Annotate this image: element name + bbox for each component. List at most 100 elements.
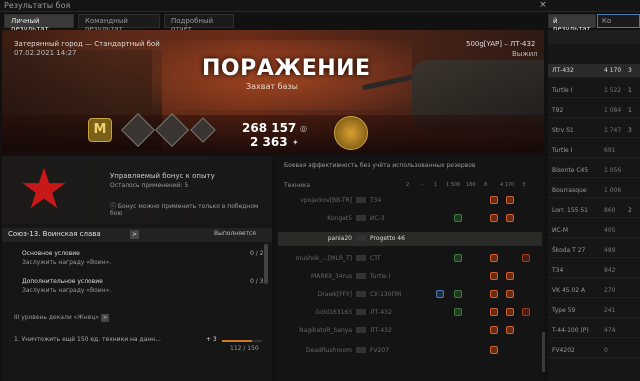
crit-icon: [506, 308, 514, 316]
decal-level[interactable]: III уровень декали «Жнец» >: [14, 314, 110, 322]
team-list-row[interactable]: Bisonte C45 1 056: [548, 164, 640, 178]
task-increment: + 3: [206, 336, 217, 343]
vehicle-name: ИС-М: [552, 227, 569, 234]
experience-value: 405: [604, 227, 616, 234]
clan-emblem-icon[interactable]: [334, 116, 368, 150]
team-list-row[interactable]: ЛТ-432 4 170 3: [548, 64, 640, 78]
vehicle-name: FV4202: [552, 347, 575, 354]
damage-icon: [490, 196, 498, 204]
col-tracked: 180: [466, 182, 476, 188]
player-name: mushok_...[MLR_T]: [295, 255, 352, 262]
team-list-row[interactable]: VK 45.02 A 270: [548, 284, 640, 298]
team-list-row[interactable]: Škoda T 27 489: [548, 244, 640, 258]
kills-value: 1: [628, 87, 632, 94]
vehicle-name: Progetto 46: [370, 235, 405, 242]
additional-condition-count: 0 / 3: [250, 278, 264, 285]
efficiency-row[interactable]: NagibatoR_Sanya ЛТ-432: [278, 324, 542, 338]
spotted-icon: [454, 254, 462, 262]
mastery-badge-icon[interactable]: M: [88, 118, 112, 142]
efficiency-row-self[interactable]: pania20 Progetto 46: [278, 232, 542, 246]
close-icon[interactable]: ×: [538, 0, 548, 10]
tank-icon: [356, 309, 366, 315]
efficiency-row[interactable]: vpojarkov[BB-TR] T34: [278, 194, 542, 208]
vehicle-name: Strv S1: [552, 127, 574, 134]
player-name: DeadRushroom: [306, 347, 352, 354]
team-list-row[interactable]: T92 1 084 1: [548, 104, 640, 118]
tank-icon: [356, 197, 366, 203]
vehicle-name: Bourrasque: [552, 187, 587, 194]
team-list-header: [548, 30, 640, 44]
team-list-row[interactable]: Type 59 241: [548, 304, 640, 318]
tank-icon: [356, 347, 366, 353]
map-name: Затерянный город — Стандартный бой: [14, 40, 160, 48]
vehicle-name: Type 59: [552, 307, 576, 314]
additional-condition-text: Заслужить награду «Воин».: [22, 287, 112, 294]
efficiency-row[interactable]: Kongat5 ИС-3: [278, 212, 542, 226]
scrollbar[interactable]: [542, 332, 545, 372]
player-name: Kongat5: [327, 215, 352, 222]
experience-value: 270: [604, 287, 616, 294]
player-name: vpojarkov[BB-TR]: [300, 197, 352, 204]
experience-value: 1 522: [604, 87, 622, 94]
kill-icon: [522, 254, 530, 262]
tank-icon: [356, 215, 366, 221]
vehicle-name: Turtle I: [552, 147, 573, 154]
tab-detailed-report[interactable]: Подробный отчёт: [164, 14, 234, 33]
team-list-row[interactable]: Strv S1 1 747 3: [548, 124, 640, 138]
player-name: Drawk[FFY]: [317, 291, 352, 298]
experience-value: 4 170: [604, 67, 622, 74]
efficiency-row[interactable]: Drawk[FFY] СУ-130ПМ: [278, 288, 542, 302]
bonus-uses: Осталось применений: 5: [110, 182, 189, 189]
efficiency-row[interactable]: DeadRushroom FV207: [278, 344, 542, 358]
team-list-row[interactable]: T-44-100 (P) 474: [548, 324, 640, 338]
credits-earned: 268 157: [242, 121, 297, 135]
experience-value: 241: [604, 307, 616, 314]
credits-icon: ◎: [300, 124, 307, 133]
task-progress-fill: [222, 340, 252, 342]
scrollbar[interactable]: [264, 244, 268, 284]
bonus-note-text: Бонус можно применить только в победном …: [110, 203, 259, 217]
player-name: MARKII_34rus: [311, 273, 352, 280]
team-list-row[interactable]: ИС-М 405: [548, 224, 640, 238]
efficiency-row[interactable]: mushok_...[MLR_T] СТГ: [278, 252, 542, 266]
col-spotted: 2: [406, 182, 410, 188]
battle-result-reason: Захват базы: [246, 82, 298, 91]
team-list-row[interactable]: Lorr. 155 51 860 2: [548, 204, 640, 218]
team-list-row[interactable]: Bourrasque 1 006: [548, 184, 640, 198]
quest-state: Выполняется: [214, 230, 256, 237]
efficiency-row[interactable]: Gold163163 ЛТ-432: [278, 306, 542, 320]
battle-result-title: ПОРАЖЕНИЕ: [202, 56, 371, 81]
tab-personal-result[interactable]: Личный результат: [4, 14, 74, 33]
task-progress-text: 112 / 150: [230, 345, 259, 352]
quest-header[interactable]: Союз-13. Воинская слава > Выполняется: [2, 228, 272, 242]
team-list-row[interactable]: T34 842: [548, 264, 640, 278]
team-list-row[interactable]: Turtle I 1 522 1: [548, 84, 640, 98]
experience-value: 1 747: [604, 127, 622, 134]
team-list-row[interactable]: Turtle I 691: [548, 144, 640, 158]
efficiency-row[interactable]: MARKII_34rus Turtle I: [278, 270, 542, 284]
tab-team-secondary[interactable]: Ко: [597, 14, 640, 28]
vehicle-name: T92: [552, 107, 564, 114]
spotted-icon: [454, 290, 462, 298]
vehicle-name: Škoda T 27: [552, 247, 586, 254]
vehicle-name: T34: [552, 267, 564, 274]
tank-icon: [356, 255, 366, 261]
kills-value: 1: [628, 107, 632, 114]
damage-icon: [490, 346, 498, 354]
main-condition-text: Заслужить награду «Воин».: [22, 259, 112, 266]
tank-icon: [356, 235, 366, 241]
tab-team-result[interactable]: Командный результат: [78, 14, 160, 33]
chevron-right-icon[interactable]: >: [130, 230, 139, 239]
chevron-right-icon[interactable]: >: [101, 314, 110, 322]
crit-icon: [506, 214, 514, 222]
tank-icon: [356, 291, 366, 297]
experience-value: 1 056: [604, 167, 622, 174]
task-text: 1. Уничтожить ещё 150 ед. техники на дан…: [14, 336, 161, 343]
window-titlebar: Результаты боя ×: [0, 0, 640, 12]
battle-date: 07.02.2021 14:27: [14, 49, 77, 57]
damage-icon: [490, 272, 498, 280]
bonus-title: Управляемый бонус к опыту: [110, 172, 215, 180]
team-list-row[interactable]: FV4202 0: [548, 344, 640, 358]
experience-value: 691: [604, 147, 616, 154]
tab-personal-result-secondary[interactable]: й результат: [548, 14, 596, 33]
